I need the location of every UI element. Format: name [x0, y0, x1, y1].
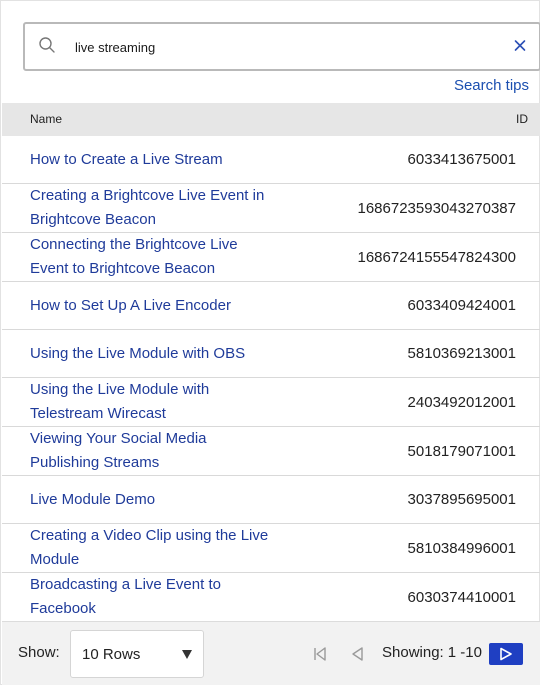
result-title-link[interactable]: Viewing Your Social Media Publishing Str…: [30, 427, 270, 475]
result-id: 6030374410001: [407, 589, 516, 606]
table-row[interactable]: Creating a Brightcove Live Event in Brig…: [2, 184, 540, 233]
result-title-link[interactable]: Creating a Brightcove Live Event in Brig…: [30, 184, 270, 232]
table-row[interactable]: Viewing Your Social Media Publishing Str…: [2, 427, 540, 476]
result-title-link[interactable]: Connecting the Brightcove Live Event to …: [30, 233, 270, 281]
caret-down-icon: [181, 647, 193, 659]
table-row[interactable]: Broadcasting a Live Event to Facebook 603…: [2, 573, 540, 622]
table-header: Name ID: [2, 103, 540, 136]
result-title-link[interactable]: Broadcasting a Live Event to Facebook: [30, 573, 270, 621]
next-page-button[interactable]: [489, 643, 523, 665]
search-box: [23, 22, 540, 71]
result-id: 6033409424001: [407, 297, 516, 314]
showing-label: Showing:: [382, 644, 444, 661]
showing-indicator: Showing: 1 -10: [382, 644, 482, 661]
rows-per-page-select[interactable]: 10 Rows: [70, 630, 204, 678]
result-title-link[interactable]: Using the Live Module with OBS: [30, 342, 270, 366]
close-icon[interactable]: [512, 36, 528, 54]
result-title-link[interactable]: Live Module Demo: [30, 488, 270, 512]
result-title-link[interactable]: Using the Live Module with Telestream Wi…: [30, 378, 270, 426]
search-input[interactable]: [75, 35, 495, 59]
show-label: Show:: [18, 644, 60, 661]
result-id: 1686723593043270387: [357, 200, 516, 217]
result-id: 2403492012001: [407, 394, 516, 411]
results-table-body: How to Create a Live Stream 6033413675001…: [2, 136, 540, 622]
result-id: 3037895695001: [407, 491, 516, 508]
rows-per-page-value: 10 Rows: [82, 646, 141, 663]
search-tips-link[interactable]: Search tips: [454, 77, 529, 94]
result-title-link[interactable]: How to Set Up A Live Encoder: [30, 294, 270, 318]
result-id: 6033413675001: [407, 151, 516, 168]
table-row[interactable]: Using the Live Module with OBS 5810369213…: [2, 330, 540, 378]
previous-page-icon[interactable]: [350, 646, 364, 662]
result-title-link[interactable]: Creating a Video Clip using the Live Mod…: [30, 524, 270, 572]
column-header-name[interactable]: Name: [30, 112, 62, 126]
result-id: 1686724155547824300: [357, 249, 516, 266]
showing-range: 1 -10: [447, 644, 482, 661]
column-header-id[interactable]: ID: [516, 112, 528, 126]
search-results-panel: Search tips Name ID How to Create a Live…: [0, 0, 540, 685]
pagination-footer: Show: 10 Rows Showing: 1 -10: [2, 621, 540, 685]
table-row[interactable]: Live Module Demo 3037895695001: [2, 476, 540, 524]
result-id: 5018179071001: [407, 443, 516, 460]
result-id: 5810369213001: [407, 345, 516, 362]
table-row[interactable]: Creating a Video Clip using the Live Mod…: [2, 524, 540, 573]
first-page-icon[interactable]: [313, 646, 327, 662]
result-id: 5810384996001: [407, 540, 516, 557]
result-title-link[interactable]: How to Create a Live Stream: [30, 148, 270, 172]
search-icon: [38, 36, 56, 54]
table-row[interactable]: How to Create a Live Stream 6033413675001: [2, 136, 540, 184]
next-page-icon: [500, 647, 512, 661]
table-row[interactable]: Using the Live Module with Telestream Wi…: [2, 378, 540, 427]
table-row[interactable]: Connecting the Brightcove Live Event to …: [2, 233, 540, 282]
table-row[interactable]: How to Set Up A Live Encoder 603340942400…: [2, 282, 540, 330]
